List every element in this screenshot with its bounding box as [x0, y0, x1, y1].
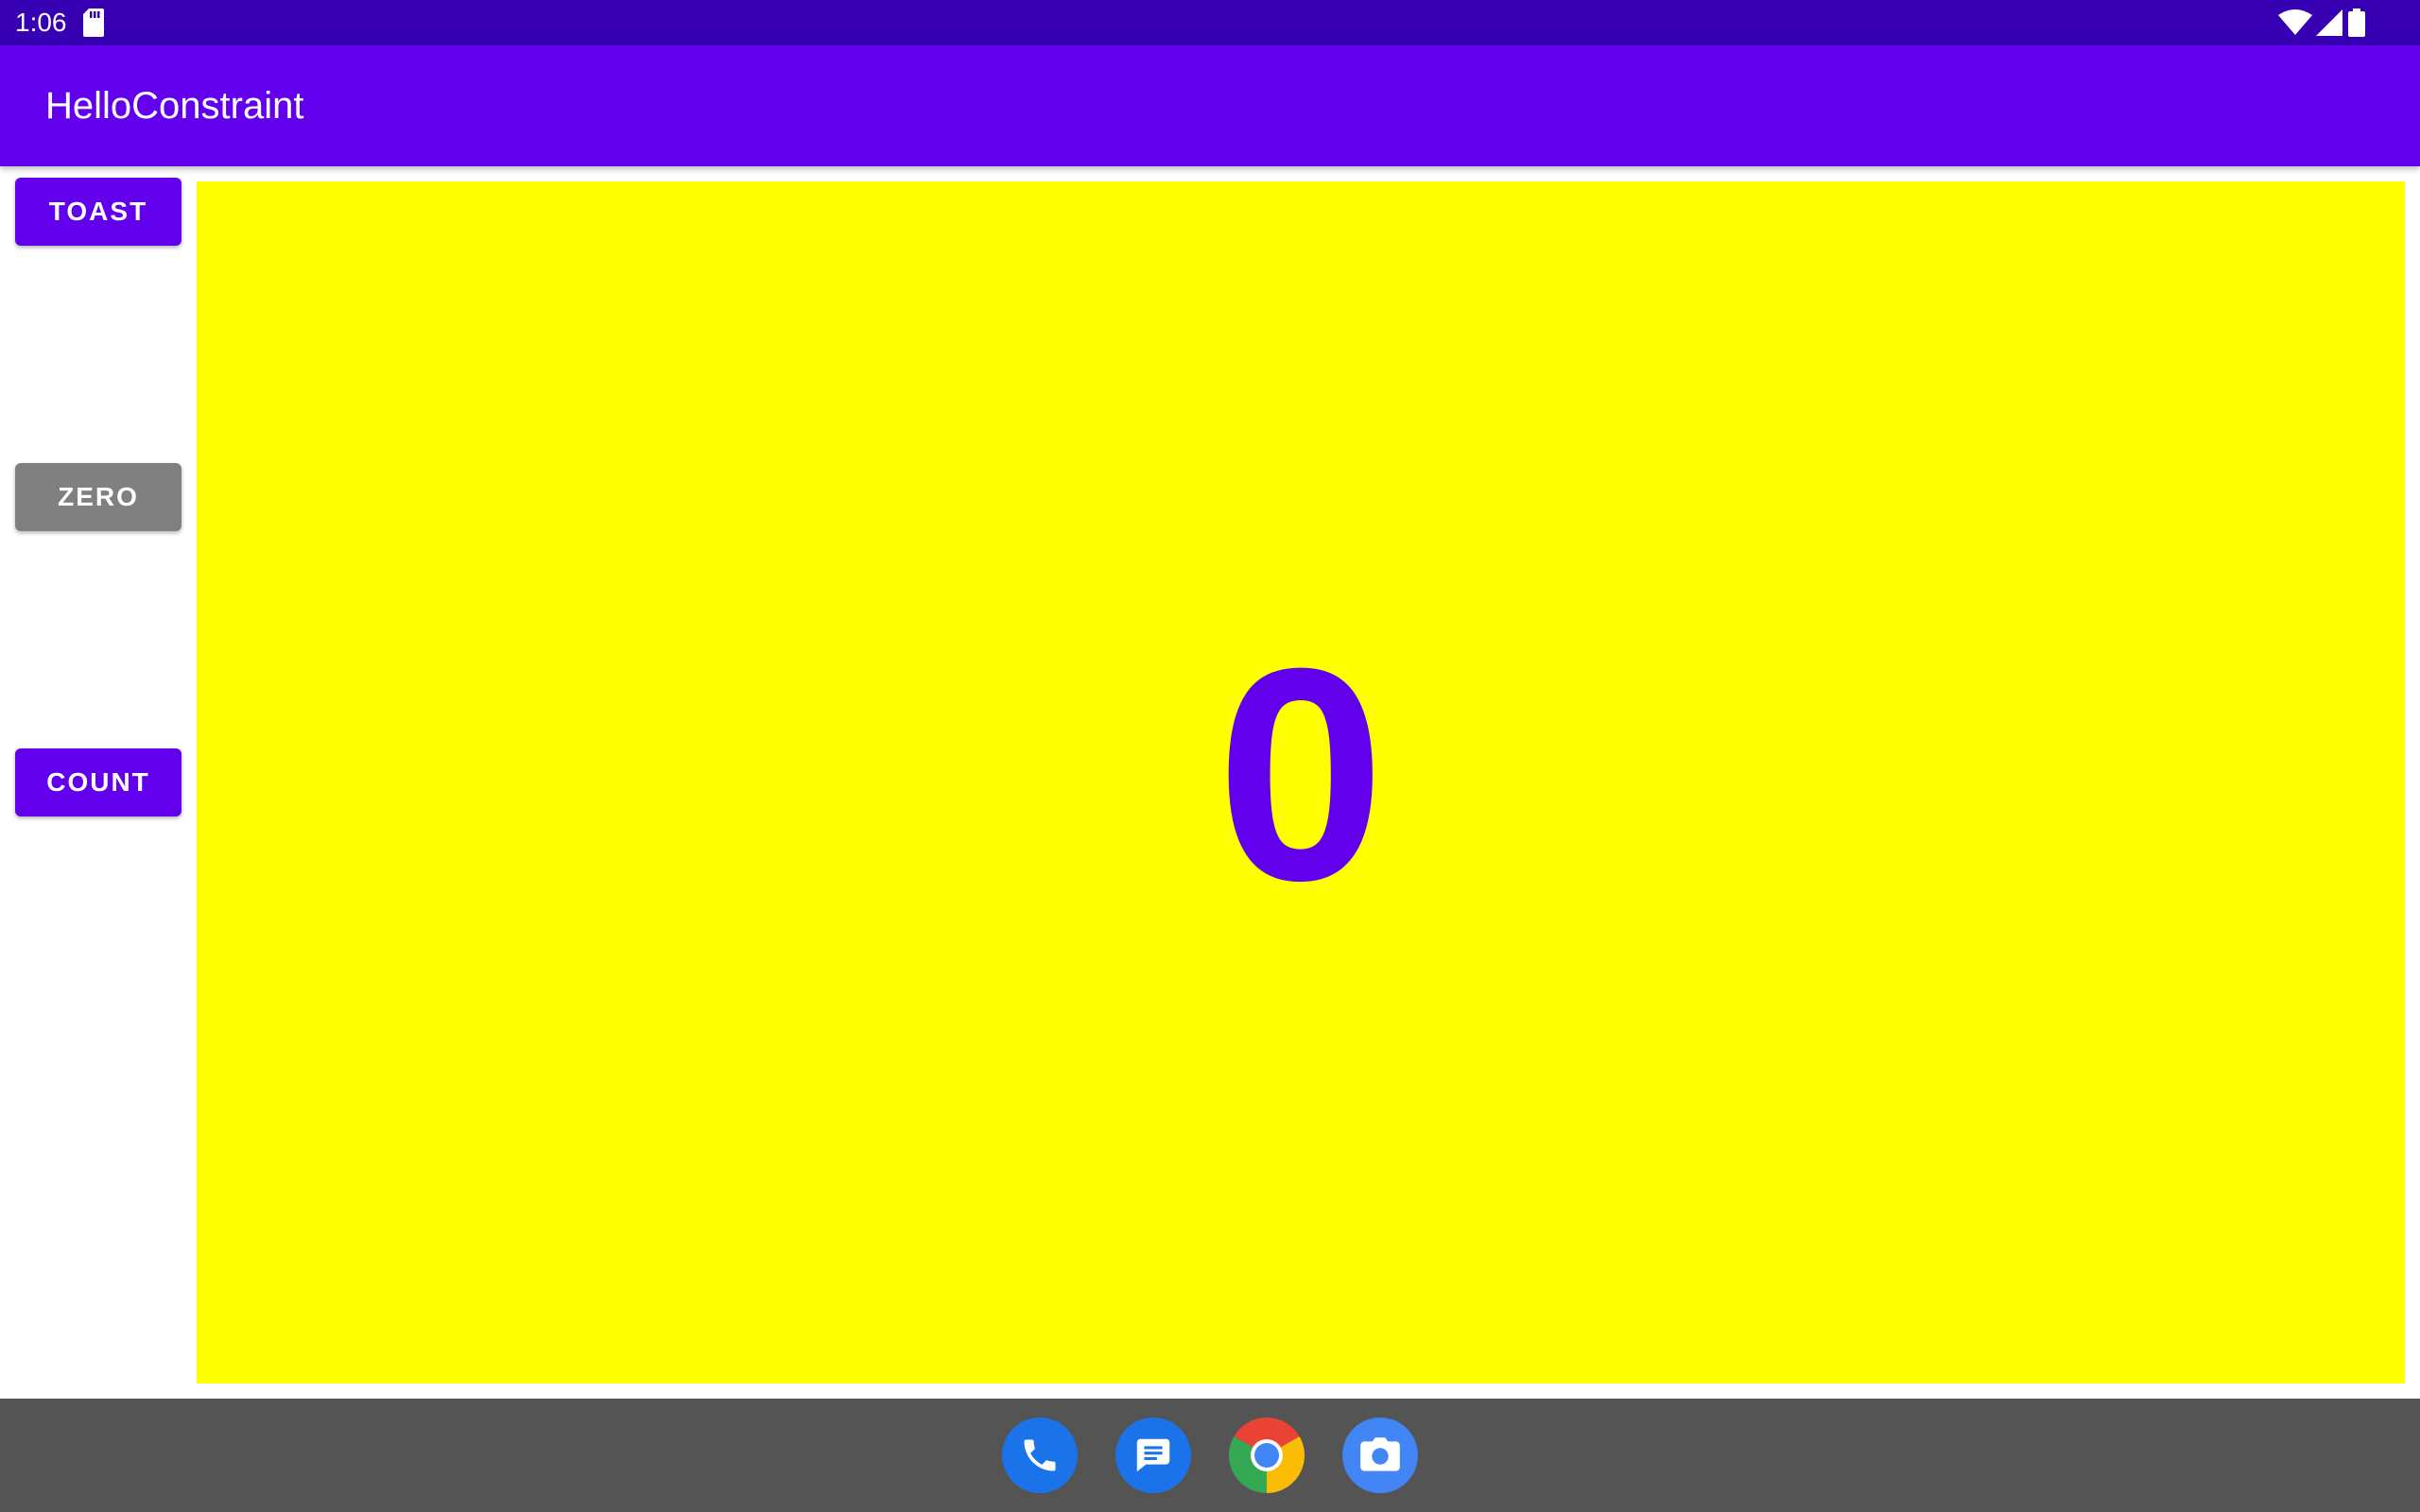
- battery-icon: [2348, 9, 2365, 37]
- wifi-icon: [2278, 9, 2312, 35]
- status-time: 1:06: [15, 8, 67, 37]
- app-title: HelloConstraint: [45, 85, 304, 127]
- toast-button[interactable]: TOAST: [15, 178, 182, 246]
- status-bar: 1:06: [0, 0, 2420, 45]
- phone-app-button[interactable]: [1002, 1418, 1078, 1493]
- count-value: 0: [1217, 605, 1385, 943]
- sd-card-icon: [83, 9, 104, 37]
- count-button[interactable]: COUNT: [15, 748, 182, 816]
- messages-icon: [1136, 1438, 1170, 1472]
- messages-app-button[interactable]: [1115, 1418, 1191, 1493]
- count-display-panel: 0: [197, 181, 2405, 1383]
- camera-icon: [1360, 1437, 1400, 1471]
- camera-app-button[interactable]: [1342, 1418, 1418, 1493]
- phone-icon: [1024, 1439, 1056, 1471]
- taskbar: [0, 1399, 2420, 1512]
- chrome-icon: [1229, 1418, 1305, 1493]
- app-bar: HelloConstraint: [0, 45, 2420, 166]
- signal-icon: [2316, 9, 2342, 36]
- chrome-app-button[interactable]: [1229, 1418, 1305, 1493]
- zero-button[interactable]: ZERO: [15, 463, 182, 531]
